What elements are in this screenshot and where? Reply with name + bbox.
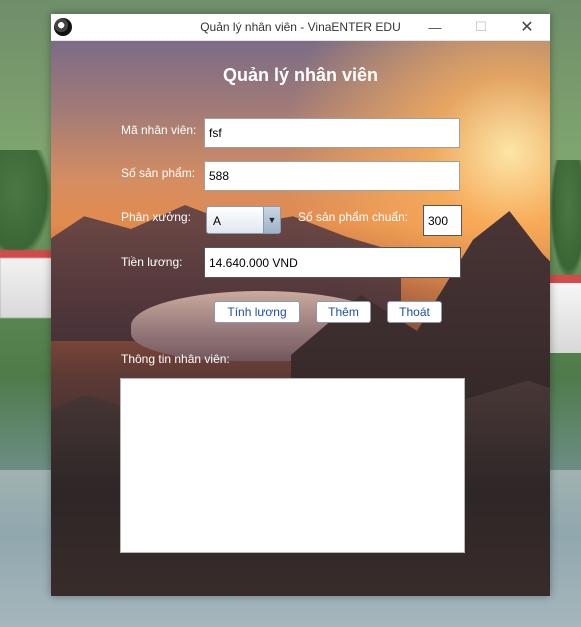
form-heading: Quản lý nhân viên — [222, 65, 379, 85]
employee-info-textarea[interactable] — [120, 378, 465, 553]
workshop-selected-value: A — [213, 214, 222, 228]
desktop-trees-left — [0, 150, 52, 260]
employee-info-label: Thông tin nhân viên: — [121, 352, 230, 366]
product-count-input[interactable]: 588 — [204, 161, 460, 191]
add-button[interactable]: Thêm — [316, 301, 371, 323]
standard-products-input[interactable]: 300 — [423, 205, 462, 236]
exit-button[interactable]: Thoát — [387, 301, 442, 323]
workshop-select[interactable]: A ▼ — [206, 206, 281, 234]
desktop-trees-right — [550, 160, 581, 280]
minimize-button[interactable]: — — [412, 14, 458, 40]
dropdown-arrow-icon[interactable]: ▼ — [263, 207, 280, 233]
salary-output[interactable]: 14.640.000 VND — [204, 247, 461, 278]
standard-products-label: Số sản phẩm chuẩn: — [298, 210, 409, 224]
title-bar[interactable]: Quản lý nhân viên - VinaENTER EDU — ☐ ✕ — [51, 14, 550, 41]
form-panel: Quản lý nhân viên Mã nhân viên: fsf Số s… — [51, 41, 550, 596]
employee-id-label: Mã nhân viên: — [121, 123, 197, 137]
product-count-label: Số sản phẩm: — [121, 166, 196, 180]
desktop-house-right — [550, 275, 581, 353]
employee-id-input[interactable]: fsf — [204, 118, 460, 148]
calculate-salary-button[interactable]: Tính lương — [214, 301, 300, 323]
desktop-house-left — [0, 250, 52, 318]
maximize-button[interactable]: ☐ — [458, 14, 504, 40]
close-button[interactable]: ✕ — [504, 14, 550, 40]
salary-label: Tiền lương: — [121, 255, 183, 269]
app-window: Quản lý nhân viên - VinaENTER EDU — ☐ ✕ … — [51, 14, 550, 596]
workshop-label: Phân xưởng: — [121, 210, 191, 224]
